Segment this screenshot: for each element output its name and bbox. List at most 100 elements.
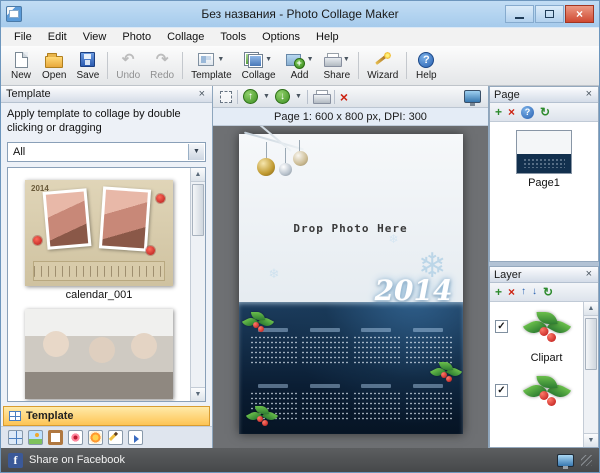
template-tab-button[interactable]: Template — [3, 406, 210, 426]
close-button[interactable]: × — [565, 5, 594, 23]
pencil-icon[interactable] — [108, 430, 123, 445]
move-layer-down-icon[interactable]: ↓ — [532, 287, 537, 297]
menu-photo[interactable]: Photo — [114, 29, 159, 45]
scroll-up-icon[interactable]: ▲ — [191, 168, 205, 182]
menu-tools[interactable]: Tools — [212, 29, 254, 45]
move-up-button[interactable]: ↑ — [243, 89, 258, 104]
delete-page-icon[interactable]: × — [508, 106, 515, 118]
collage-page[interactable]: Drop Photo Here ❄ ❄ ❄ 2014 — [239, 134, 463, 434]
template-instruction: Apply template to collage by double clic… — [1, 103, 212, 138]
drop-photo-placeholder[interactable]: Drop Photo Here — [239, 222, 463, 235]
menu-options[interactable]: Options — [254, 29, 308, 45]
template-button[interactable]: ▼ Template — [186, 47, 237, 84]
template-filter-dropdown[interactable]: All ▼ — [7, 142, 206, 162]
layer-visibility-checkbox[interactable]: ✓ — [495, 320, 508, 333]
refresh-layers-icon[interactable]: ↻ — [543, 286, 553, 298]
app-window: Без названия - Photo Collage Maker × Fil… — [0, 0, 600, 473]
frame-icon[interactable] — [48, 430, 63, 445]
page-thumbnail[interactable] — [516, 130, 572, 174]
chevron-down-icon[interactable]: ▼ — [188, 144, 204, 160]
save-button[interactable]: Save — [71, 47, 104, 84]
delete-icon[interactable]: × — [340, 90, 348, 104]
template-list-scrollbar[interactable]: ▲ ▼ — [190, 168, 205, 401]
close-icon[interactable]: × — [197, 89, 207, 100]
new-button[interactable]: New — [5, 47, 37, 84]
add-button[interactable]: + ▼ Add — [281, 47, 319, 84]
layer-panel-title: Layer — [494, 269, 522, 281]
save-label: Save — [76, 70, 99, 81]
delete-layer-icon[interactable]: × — [508, 286, 515, 298]
scroll-down-icon[interactable]: ▼ — [584, 433, 598, 447]
chevron-down-icon[interactable]: ▼ — [343, 56, 350, 63]
chevron-down-icon[interactable]: ▼ — [263, 93, 270, 100]
photo-icon[interactable] — [28, 430, 43, 445]
minimize-button[interactable] — [505, 5, 534, 23]
refresh-pages-icon[interactable]: ↻ — [540, 106, 550, 118]
add-photo-icon: + — [286, 54, 301, 66]
holly-clipart — [247, 408, 277, 428]
open-button[interactable]: Open — [37, 47, 71, 84]
template-thumbnail-calendar[interactable]: 2014 — [25, 180, 173, 286]
menu-edit[interactable]: Edit — [40, 29, 75, 45]
share-button[interactable]: ▼ Share — [319, 47, 356, 84]
toolbar-separator — [237, 90, 238, 104]
chevron-down-icon[interactable]: ▼ — [295, 93, 302, 100]
add-label: Add — [291, 70, 309, 81]
collage-button[interactable]: ▼ Collage — [237, 47, 281, 84]
resize-grip-icon[interactable] — [581, 455, 592, 466]
undo-icon: ↶ — [122, 52, 135, 67]
flower-icon[interactable] — [68, 430, 83, 445]
template-label: Template — [191, 70, 232, 81]
layer-item[interactable]: ✓ Clipart — [490, 302, 584, 366]
scroll-down-icon[interactable]: ▼ — [191, 387, 205, 401]
chevron-down-icon[interactable]: ▼ — [307, 56, 314, 63]
share-on-facebook-link[interactable]: Share on Facebook — [29, 454, 125, 466]
template-thumbnail-family[interactable] — [25, 309, 173, 399]
help-button[interactable]: ? Help — [410, 47, 442, 84]
menu-bar: File Edit View Photo Collage Tools Optio… — [1, 27, 599, 46]
arrow-right-icon[interactable] — [128, 430, 143, 445]
add-layer-icon[interactable]: + — [495, 286, 502, 298]
layer-list-scrollbar[interactable]: ▲ ▼ — [583, 302, 598, 447]
redo-button[interactable]: ↷ Redo — [145, 47, 179, 84]
layer-visibility-checkbox[interactable]: ✓ — [495, 384, 508, 397]
template-panel-title: Template — [6, 88, 51, 100]
move-layer-up-icon[interactable]: ↑ — [521, 287, 526, 297]
wizard-button[interactable]: Wizard — [362, 47, 403, 84]
grid-view-icon[interactable] — [8, 430, 23, 445]
chevron-down-icon[interactable]: ▼ — [265, 56, 272, 63]
transform-tool-icon[interactable] — [220, 91, 232, 103]
collage-label: Collage — [242, 70, 276, 81]
status-bar: f Share on Facebook — [1, 448, 599, 472]
layer-list: ✓ Clipart ✓ — [490, 302, 584, 447]
print-icon[interactable] — [313, 90, 329, 104]
snowflake-icon: ❄ — [388, 232, 398, 246]
canvas-viewport[interactable]: Drop Photo Here ❄ ❄ ❄ 2014 — [213, 126, 488, 448]
page-panel-title: Page — [494, 89, 520, 101]
fit-screen-icon[interactable] — [464, 90, 481, 103]
page-panel-header: Page × — [490, 87, 598, 103]
page-help-icon[interactable]: ? — [521, 106, 534, 119]
facebook-icon[interactable]: f — [8, 453, 23, 468]
monitor-icon[interactable] — [557, 454, 574, 467]
maximize-button[interactable] — [535, 5, 564, 23]
menu-help[interactable]: Help — [308, 29, 347, 45]
layer-item[interactable]: ✓ — [490, 366, 584, 418]
undo-button[interactable]: ↶ Undo — [111, 47, 145, 84]
scrollbar-thumb[interactable] — [192, 184, 204, 236]
close-icon[interactable]: × — [584, 89, 594, 100]
layer-thumbnail[interactable] — [522, 308, 574, 352]
move-down-button[interactable]: ↓ — [275, 89, 290, 104]
menu-view[interactable]: View — [75, 29, 115, 45]
close-icon[interactable]: × — [584, 269, 594, 280]
menu-collage[interactable]: Collage — [159, 29, 212, 45]
chevron-down-icon[interactable]: ▼ — [217, 56, 224, 63]
scrollbar-thumb[interactable] — [585, 318, 597, 370]
app-icon[interactable] — [6, 6, 22, 22]
sun-icon[interactable] — [88, 430, 103, 445]
layer-thumbnail[interactable] — [522, 372, 574, 416]
scroll-up-icon[interactable]: ▲ — [584, 302, 598, 316]
add-page-icon[interactable]: + — [495, 106, 502, 118]
canvas-toolbar: ↑ ▼ ↓ ▼ × — [213, 86, 488, 108]
menu-file[interactable]: File — [6, 29, 40, 45]
